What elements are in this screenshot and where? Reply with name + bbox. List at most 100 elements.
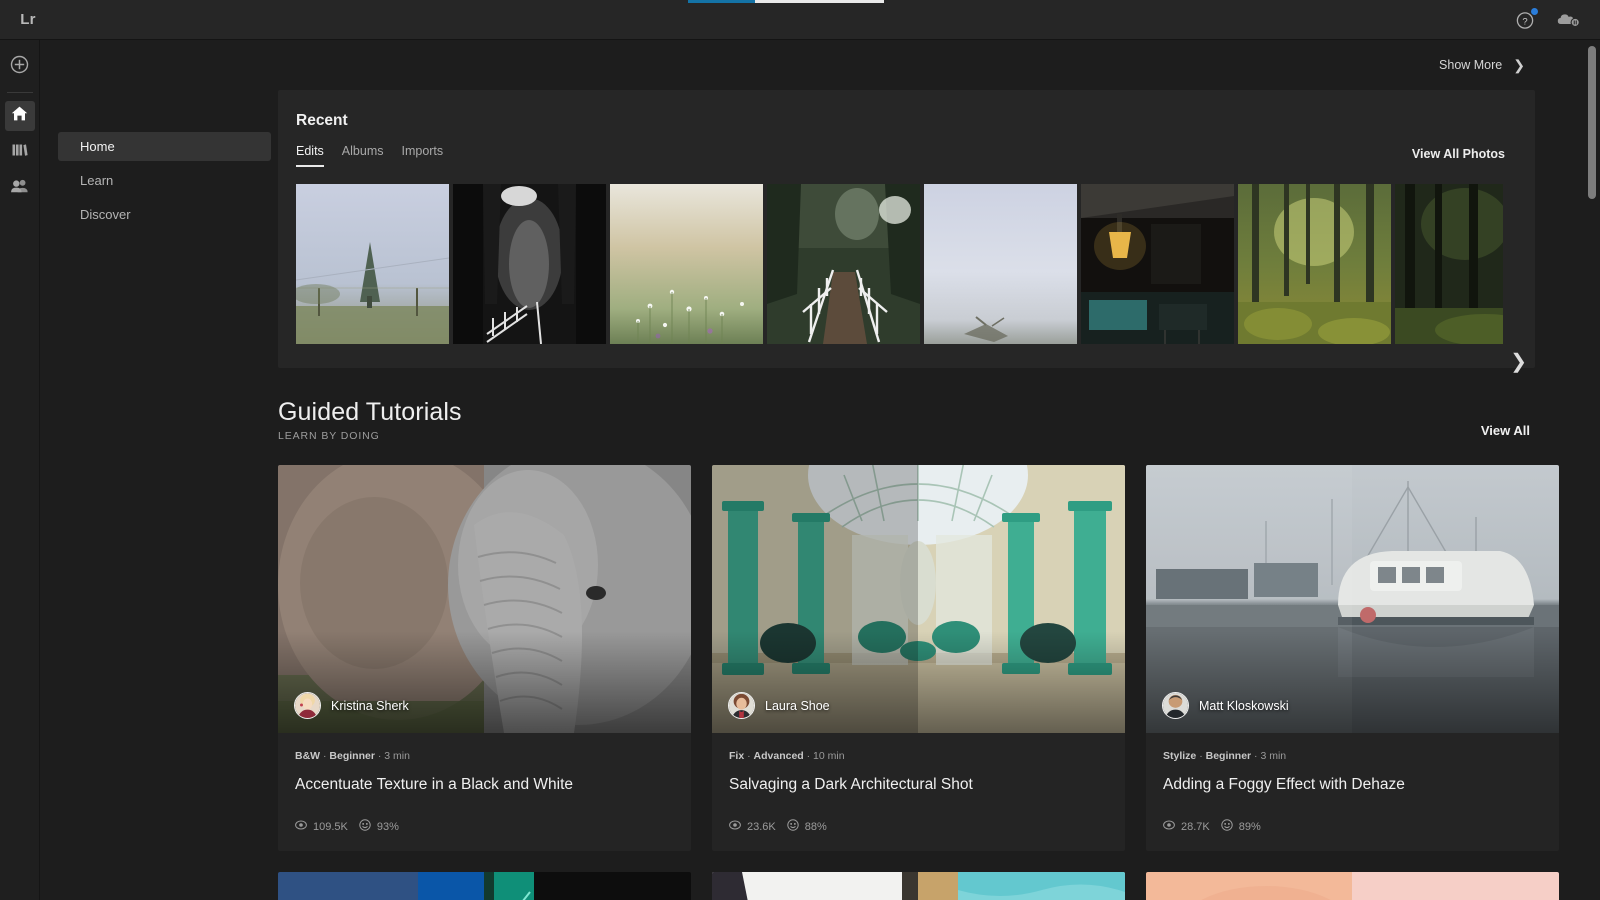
title-bar: Lr ? [0, 0, 1600, 40]
tutorial-author: Kristina Sherk [294, 692, 409, 719]
guided-tutorials-header: Guided Tutorials LEARN BY DOING View All [278, 398, 1600, 442]
tutorial-card-image-harbor-boats-foggy: Matt Kloskowski [1146, 465, 1559, 733]
add-photos-icon [10, 55, 29, 79]
tab-edits[interactable]: Edits [296, 144, 324, 167]
tutorial-rating-value: 88% [805, 821, 827, 833]
recent-thumbnail-lone-tree-in-fog[interactable] [296, 184, 449, 344]
tutorial-card-body: Fix · Advanced · 10 min Salvaging a Dark… [712, 733, 1125, 794]
tutorial-author-name: Kristina Sherk [331, 699, 409, 713]
show-more-button[interactable]: Show More ❯ [1439, 58, 1525, 72]
tutorial-views-count: 109.5K [313, 821, 348, 833]
recent-thumbnail-dark-green-forest[interactable] [1395, 184, 1503, 344]
tutorial-rating: 88% [787, 819, 827, 834]
eye-icon [295, 819, 307, 834]
smiley-icon [787, 819, 799, 834]
help-notification-dot [1531, 8, 1538, 15]
recent-tabs: Edits Albums Imports [278, 130, 443, 167]
tab-albums[interactable]: Albums [342, 144, 384, 167]
tutorial-meta: Fix · Advanced · 10 min [729, 750, 1108, 762]
svg-text:?: ? [1522, 16, 1527, 27]
tutorial-duration: 3 min [384, 750, 410, 762]
recent-thumbnail-strip[interactable] [278, 184, 1503, 344]
tutorial-category: Fix [729, 750, 744, 762]
tutorial-card-peek-white-and-turquoise-water[interactable] [712, 872, 1125, 900]
tutorial-rating: 93% [359, 819, 399, 834]
tutorial-card-peek-peach-pink-portrait[interactable] [1146, 872, 1559, 900]
tutorial-title: Accentuate Texture in a Black and White [295, 776, 674, 794]
eye-icon [1163, 819, 1175, 834]
tutorial-card-peek-blue-dusk-cityscape[interactable] [278, 872, 691, 900]
recent-strip-next-button[interactable]: ❯ [1510, 352, 1527, 372]
library-icon [10, 140, 29, 164]
scrollbar-thumb[interactable] [1588, 46, 1596, 199]
tutorial-views: 23.6K [729, 819, 776, 834]
sidebar-item-learn[interactable]: Learn [58, 166, 271, 195]
recent-thumbnail-black-and-white-tree-lined-path[interactable] [453, 184, 606, 344]
avatar [728, 692, 755, 719]
show-more-row: Show More ❯ [278, 40, 1600, 90]
recent-panel: Recent Edits Albums Imports View All Pho… [278, 90, 1535, 368]
home-icon [10, 104, 29, 128]
tutorial-views: 28.7K [1163, 819, 1210, 834]
tutorial-card-body: B&W · Beginner · 3 min Accentuate Textur… [278, 733, 691, 794]
main-content: Show More ❯ Recent Edits Albums Imports [278, 40, 1600, 900]
tutorial-card-grid: Kristina Sherk B&W · Beginner · 3 min Ac… [278, 465, 1538, 851]
guided-tutorials-heading-group: Guided Tutorials LEARN BY DOING [278, 398, 462, 442]
tutorial-views-count: 28.7K [1181, 821, 1210, 833]
tutorial-card-image-green-conservatory-interior: Laura Shoe [712, 465, 1125, 733]
recent-thumbnail-pale-foggy-landscape[interactable] [924, 184, 1077, 344]
loading-progress-bar [688, 0, 884, 3]
cloud-sync-paused-icon[interactable] [1556, 9, 1578, 31]
community-icon [10, 176, 29, 200]
tutorial-level: Advanced [754, 750, 804, 762]
title-bar-actions: ? [1514, 9, 1600, 31]
tutorial-card-body: Stylize · Beginner · 3 min Adding a Fogg… [1146, 733, 1559, 794]
sidebar-item-label: Discover [80, 207, 131, 222]
tutorial-author-name: Laura Shoe [765, 699, 830, 713]
tutorial-stats: 23.6K 88% [712, 794, 1125, 851]
rail-item-add-photos[interactable] [5, 52, 35, 82]
lightroom-window: Lr ? [0, 0, 1600, 900]
smiley-icon [359, 819, 371, 834]
sidebar-item-discover[interactable]: Discover [58, 200, 271, 229]
tutorial-author: Matt Kloskowski [1162, 692, 1289, 719]
tutorial-card[interactable]: Kristina Sherk B&W · Beginner · 3 min Ac… [278, 465, 691, 851]
view-all-link[interactable]: View All [1481, 423, 1600, 442]
tutorial-card[interactable]: Matt Kloskowski Stylize · Beginner · 3 m… [1146, 465, 1559, 851]
tutorial-card[interactable]: Laura Shoe Fix · Advanced · 10 min Salva… [712, 465, 1125, 851]
icon-rail [0, 40, 40, 900]
help-circle-icon[interactable]: ? [1514, 9, 1536, 31]
loading-progress-fill [688, 0, 755, 3]
recent-thumbnail-white-railing-footbridge[interactable] [767, 184, 920, 344]
recent-thumbnail-wildflower-meadow[interactable] [610, 184, 763, 344]
tutorial-category: B&W [295, 750, 320, 762]
tutorial-views: 109.5K [295, 819, 348, 834]
vertical-scrollbar[interactable] [1588, 46, 1596, 866]
recent-thumbnail-porch-lantern-and-patio[interactable] [1081, 184, 1234, 344]
tutorial-meta: Stylize · Beginner · 3 min [1163, 750, 1542, 762]
view-all-photos-link[interactable]: View All Photos [1412, 147, 1535, 167]
recent-header: Edits Albums Imports View All Photos [278, 130, 1535, 167]
tutorial-card-grid-row2 [278, 872, 1538, 900]
tutorial-level: Beginner [329, 750, 375, 762]
tutorial-duration: 10 min [813, 750, 845, 762]
tutorial-duration: 3 min [1260, 750, 1286, 762]
recent-thumbnail-sunlit-autumn-forest[interactable] [1238, 184, 1391, 344]
tutorial-title: Adding a Foggy Effect with Dehaze [1163, 776, 1542, 794]
tutorial-level: Beginner [1206, 750, 1252, 762]
rail-item-home[interactable] [5, 101, 35, 131]
rail-item-library[interactable] [5, 137, 35, 167]
avatar [1162, 692, 1189, 719]
tutorial-author: Laura Shoe [728, 692, 830, 719]
tab-label: Edits [296, 144, 324, 158]
tutorial-rating-value: 93% [377, 821, 399, 833]
recent-title: Recent [278, 112, 1535, 130]
rail-item-community[interactable] [5, 173, 35, 203]
sidebar-item-home[interactable]: Home [58, 132, 271, 161]
tutorial-title: Salvaging a Dark Architectural Shot [729, 776, 1108, 794]
tab-imports[interactable]: Imports [401, 144, 443, 167]
sidebar-item-label: Learn [80, 173, 113, 188]
avatar [294, 692, 321, 719]
show-more-label: Show More [1439, 58, 1502, 72]
tutorial-stats: 109.5K 93% [278, 794, 691, 851]
